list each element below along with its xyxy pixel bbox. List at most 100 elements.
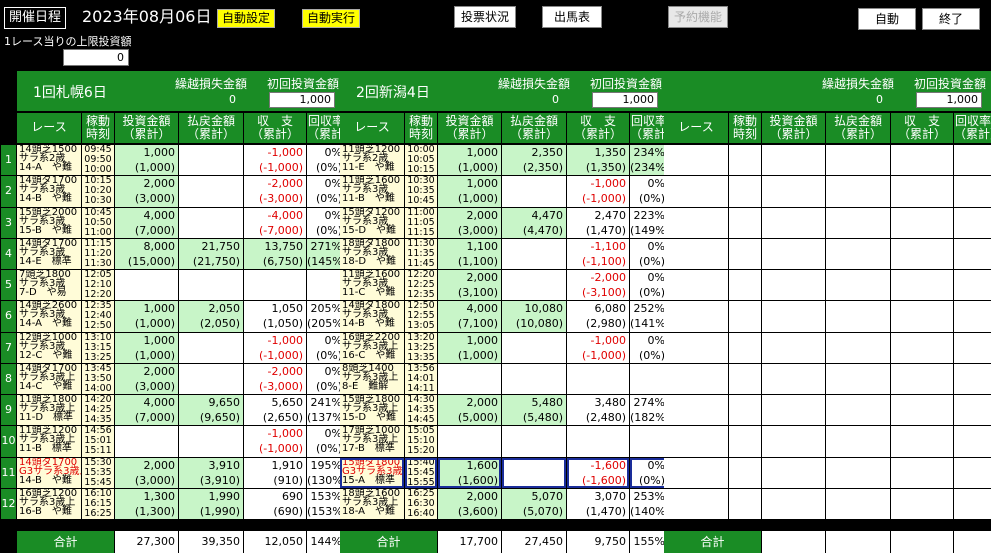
cell-bal: -1,100 (-1,100) — [567, 238, 629, 269]
race-number: 2 — [1, 176, 16, 207]
race-info: 15頭芝2000 サラ系3歳 15-B や難 — [17, 207, 81, 238]
cell-rate: 0% (0%) — [630, 270, 668, 301]
race-number: 8 — [1, 363, 16, 394]
cell-bal: -1,000 (-1,000) — [244, 145, 306, 176]
column-header-time: 稼動 時刻 — [82, 113, 114, 143]
initial-invest-input[interactable]: 1,000 — [592, 92, 658, 108]
race-date: 2023年08月06日 — [82, 7, 212, 26]
cell-pay — [826, 332, 890, 363]
carry-loss-value: 0 — [229, 93, 236, 106]
cell-bal — [567, 363, 629, 394]
column-header-bal: 収 支（累計） — [244, 113, 306, 143]
cell-pay — [502, 457, 566, 488]
column-header-race: レース — [340, 113, 404, 143]
cell-bal — [891, 270, 953, 301]
race-times — [729, 395, 761, 426]
race-times: 13:56 14:01 14:11 — [405, 363, 437, 394]
cell-pay — [826, 301, 890, 332]
race-times — [729, 457, 761, 488]
cell-rate: 223% (149%) — [630, 207, 668, 238]
cell-bal: -2,000 (-3,000) — [244, 363, 306, 394]
column-header-race: レース — [17, 113, 81, 143]
total-bal: 9,750 — [567, 531, 629, 553]
cell-rate — [630, 363, 668, 394]
race-info: 14頭ダ1700 サラ系3歳 14-B や難 — [17, 176, 81, 207]
cell-bal: 3,480 (2,480) — [567, 395, 629, 426]
column-header-pay: 払戻金額 （累計） — [179, 113, 243, 143]
cell-rate: 274% (182%) — [630, 395, 668, 426]
cell-bal: 3,070 (1,470) — [567, 488, 629, 519]
initial-invest-input[interactable]: 1,000 — [916, 92, 982, 108]
entries-button[interactable]: 出馬表 — [542, 6, 602, 28]
cell-inv: 2,000 (3,600) — [438, 488, 501, 519]
cell-rate — [954, 395, 991, 426]
cell-bal: 13,750 (6,750) — [244, 238, 306, 269]
cell-inv — [762, 488, 825, 519]
race-info: 16頭芝2200 サラ系3歳上 16-C や難 — [340, 332, 404, 363]
race-times — [729, 207, 761, 238]
race-times: 10:30 10:35 10:45 — [405, 176, 437, 207]
cell-bal: 6,080 (2,980) — [567, 301, 629, 332]
meeting-name: 1回札幌6日 — [33, 85, 107, 101]
cell-bal: 690 (690) — [244, 488, 306, 519]
carry-loss-label: 繰越損失金額 — [498, 77, 571, 91]
race-number: 10 — [1, 426, 16, 457]
exit-button[interactable]: 終了 — [922, 8, 980, 30]
cell-inv: 1,000 (1,000) — [438, 176, 501, 207]
cell-pay — [179, 145, 243, 176]
cell-pay: 4,470 (4,470) — [502, 207, 566, 238]
cell-inv — [762, 395, 825, 426]
cell-pay — [826, 207, 890, 238]
limit-input[interactable]: 0 — [63, 49, 129, 66]
initial-invest-label: 初回投資金額 — [267, 77, 340, 91]
race-info — [664, 270, 728, 301]
vote-status-button[interactable]: 投票状況 — [454, 6, 516, 28]
cell-inv — [115, 426, 178, 457]
total-bal: 12,050 — [244, 531, 306, 553]
cell-rate — [954, 145, 991, 176]
cell-bal: -2,000 (-3,100) — [567, 270, 629, 301]
cell-bal — [891, 457, 953, 488]
cell-pay — [826, 426, 890, 457]
cell-bal: -1,600 (-1,600) — [567, 457, 629, 488]
column-header-inv: 投資金額 （累計） — [115, 113, 178, 143]
cell-pay — [502, 270, 566, 301]
cell-bal: 1,350 (1,350) — [567, 145, 629, 176]
cell-rate: 0% (0%) — [630, 332, 668, 363]
cell-pay: 5,070 (5,070) — [502, 488, 566, 519]
race-number: 1 — [1, 145, 16, 176]
cell-rate — [954, 207, 991, 238]
auto-run-button[interactable]: 自動実行 — [302, 9, 360, 28]
race-times: 12:05 12:10 12:20 — [82, 270, 114, 301]
cell-inv: 1,000 (1,000) — [115, 145, 178, 176]
race-info: 18頭ダ1800 サラ系3歳 18-D や難 — [340, 238, 404, 269]
race-info: 14頭ダ1700 サラ系3歳 14-E 標準 — [17, 238, 81, 269]
meeting-header: 繰越損失金額 0 初回投資金額 1,000 — [664, 71, 991, 111]
initial-invest-label: 初回投資金額 — [590, 77, 663, 91]
cell-inv: 4,000 (7,100) — [438, 301, 501, 332]
race-info — [664, 238, 728, 269]
cell-bal — [891, 145, 953, 176]
reservation-button[interactable]: 予約機能 — [668, 6, 728, 28]
cell-inv — [762, 332, 825, 363]
race-info: 11頭芝1600 サラ系3歳 11-C や難 — [340, 270, 404, 301]
cell-bal: -1,000 (-1,000) — [244, 426, 306, 457]
cell-bal: 1,050 (1,050) — [244, 301, 306, 332]
cell-pay — [502, 176, 566, 207]
cell-inv: 1,100 (1,100) — [438, 238, 501, 269]
cell-bal — [891, 332, 953, 363]
race-times: 15:30 15:35 15:45 — [82, 457, 114, 488]
column-header-pay: 払戻金額 （累計） — [826, 113, 890, 143]
race-times: 13:45 13:50 14:00 — [82, 363, 114, 394]
column-header-inv: 投資金額 （累計） — [438, 113, 501, 143]
cell-inv: 1,000 (1,000) — [438, 332, 501, 363]
race-info — [664, 332, 728, 363]
auto-toggle-button[interactable]: 自動 — [858, 8, 916, 30]
initial-invest-input[interactable]: 1,000 — [269, 92, 335, 108]
race-info — [664, 488, 728, 519]
cell-pay — [826, 457, 890, 488]
auto-settings-button[interactable]: 自動設定 — [217, 9, 275, 28]
cell-inv — [762, 363, 825, 394]
race-number: 4 — [1, 238, 16, 269]
race-times — [729, 363, 761, 394]
